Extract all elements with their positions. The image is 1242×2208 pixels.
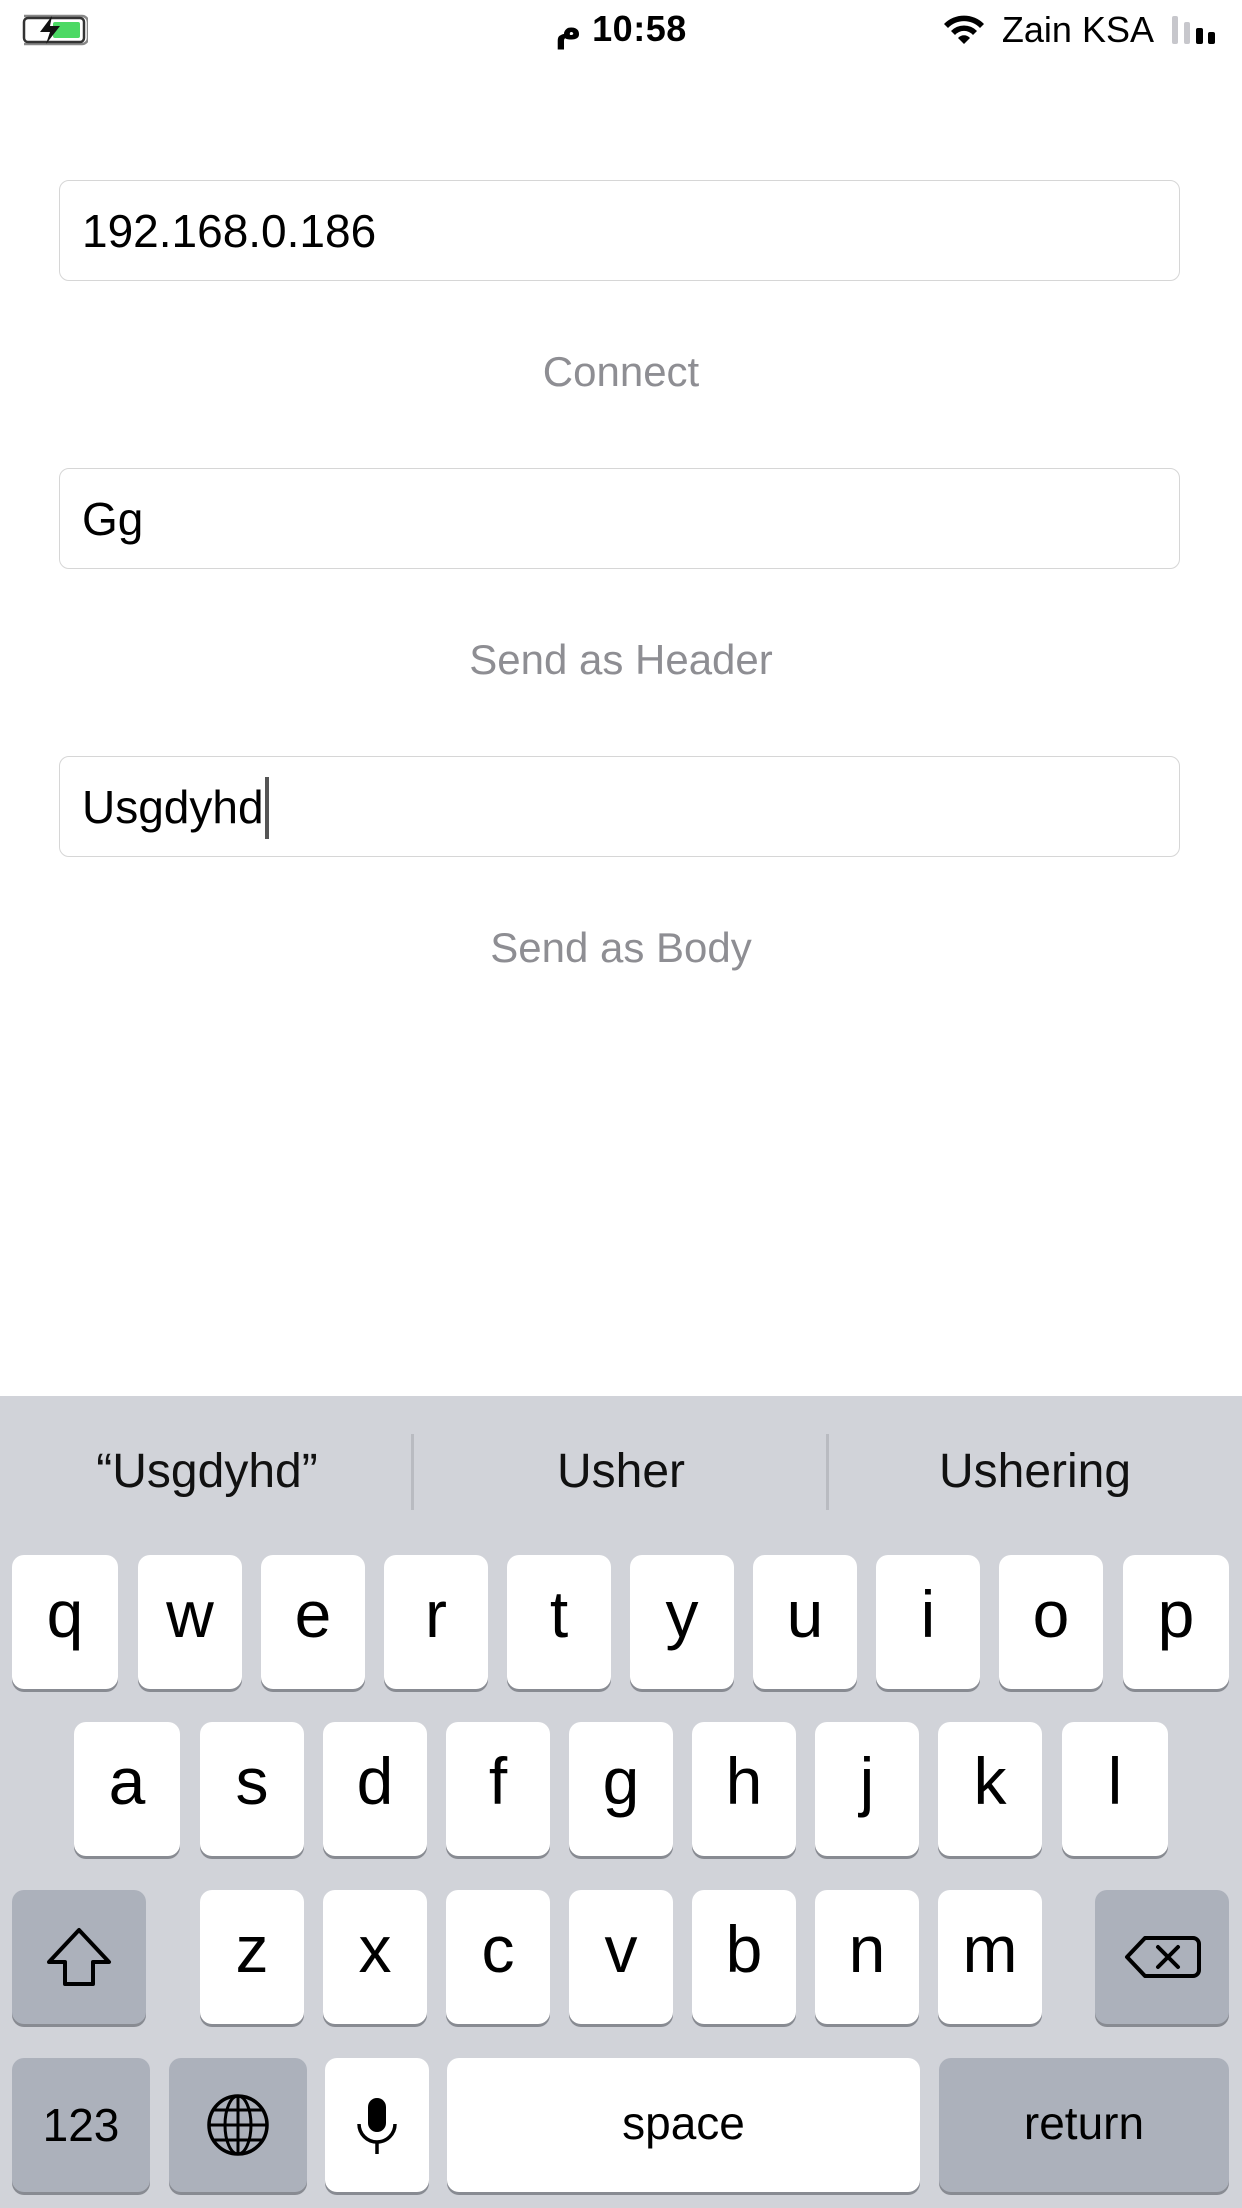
key-label: e — [294, 1577, 332, 1651]
key-label: k — [973, 1744, 1007, 1818]
key-m[interactable]: m — [938, 1890, 1042, 2024]
key-label: v — [604, 1912, 638, 1986]
key-label: r — [425, 1577, 447, 1651]
body-field-content: Usgdyhd — [82, 757, 269, 858]
key-j[interactable]: j — [815, 1722, 919, 1856]
key-label: n — [848, 1912, 886, 1986]
carrier-name: Zain KSA — [1001, 9, 1154, 50]
connect-button[interactable]: Connect — [0, 348, 1242, 396]
key-g[interactable]: g — [569, 1722, 673, 1856]
time-value: 10:58 — [592, 8, 687, 49]
key-z[interactable]: z — [200, 1890, 304, 2024]
suggestion-item[interactable]: “Usgdyhd” — [0, 1432, 414, 1512]
header-field[interactable]: Gg — [59, 468, 1180, 569]
ip-address-value: 192.168.0.186 — [82, 205, 377, 257]
key-label: t — [549, 1577, 569, 1651]
delete-icon — [1125, 1936, 1201, 1978]
key-l[interactable]: l — [1062, 1722, 1168, 1856]
globe-icon — [207, 2094, 269, 2156]
suggestion-item[interactable]: Usher — [414, 1432, 828, 1512]
key-q[interactable]: q — [12, 1555, 118, 1689]
key-label: h — [725, 1744, 763, 1818]
header-value: Gg — [82, 493, 144, 545]
suggestion-bar: “Usgdyhd” Usher Ushering — [0, 1396, 1242, 1546]
send-as-body-button[interactable]: Send as Body — [0, 924, 1242, 972]
key-t[interactable]: t — [507, 1555, 611, 1689]
suggestion-item[interactable]: Ushering — [828, 1432, 1242, 1512]
microphone-icon — [357, 2098, 397, 2154]
key-label: g — [602, 1744, 640, 1818]
key-s[interactable]: s — [200, 1722, 304, 1856]
wifi-icon — [943, 15, 984, 44]
key-f[interactable]: f — [446, 1722, 550, 1856]
return-key[interactable]: return — [939, 2058, 1229, 2192]
key-a[interactable]: a — [74, 1722, 180, 1856]
numbers-key[interactable]: 123 — [12, 2058, 150, 2192]
key-label: c — [481, 1912, 515, 1986]
key-label: w — [166, 1577, 214, 1651]
status-bar: م 10:58 Zain KSA — [0, 0, 1242, 64]
key-label: z — [235, 1912, 269, 1986]
delete-key[interactable] — [1095, 1890, 1229, 2024]
key-label: return — [1023, 2097, 1145, 2149]
time-suffix: م — [555, 8, 582, 49]
key-c[interactable]: c — [446, 1890, 550, 2024]
key-y[interactable]: y — [630, 1555, 734, 1689]
key-label: y — [665, 1577, 699, 1651]
key-o[interactable]: o — [999, 1555, 1103, 1689]
key-label: a — [108, 1744, 146, 1818]
key-label: q — [46, 1577, 84, 1651]
key-label: l — [1107, 1744, 1123, 1818]
key-label: s — [235, 1744, 269, 1818]
key-label: d — [356, 1744, 394, 1818]
key-label: i — [920, 1577, 936, 1651]
key-label: x — [358, 1912, 392, 1986]
space-key[interactable]: space — [447, 2058, 920, 2192]
key-d[interactable]: d — [323, 1722, 427, 1856]
send-as-header-button[interactable]: Send as Header — [0, 636, 1242, 684]
key-p[interactable]: p — [1123, 1555, 1229, 1689]
shift-icon — [47, 1928, 111, 1986]
key-k[interactable]: k — [938, 1722, 1042, 1856]
key-b[interactable]: b — [692, 1890, 796, 2024]
key-u[interactable]: u — [753, 1555, 857, 1689]
keyboard: “Usgdyhd” Usher Ushering q w e r t y u i… — [0, 1396, 1242, 2208]
key-label: m — [962, 1912, 1018, 1986]
key-label: f — [488, 1744, 508, 1818]
signal-icon — [1172, 16, 1215, 44]
key-n[interactable]: n — [815, 1890, 919, 2024]
text-caret — [264, 776, 269, 839]
key-label: u — [786, 1577, 824, 1651]
body-field[interactable]: Usgdyhd — [59, 756, 1180, 857]
microphone-key[interactable] — [325, 2058, 429, 2192]
key-h[interactable]: h — [692, 1722, 796, 1856]
key-w[interactable]: w — [138, 1555, 242, 1689]
key-i[interactable]: i — [876, 1555, 980, 1689]
key-label: space — [622, 2097, 745, 2149]
key-e[interactable]: e — [261, 1555, 365, 1689]
key-v[interactable]: v — [569, 1890, 673, 2024]
body-value: Usgdyhd — [82, 781, 264, 833]
key-label: b — [725, 1912, 763, 1986]
key-label: p — [1157, 1577, 1195, 1651]
key-label: j — [859, 1744, 875, 1818]
shift-key[interactable] — [12, 1890, 146, 2024]
key-x[interactable]: x — [323, 1890, 427, 2024]
key-r[interactable]: r — [384, 1555, 488, 1689]
ip-address-field[interactable]: 192.168.0.186 — [59, 180, 1180, 281]
key-label: o — [1032, 1577, 1070, 1651]
key-label: 123 — [42, 2099, 120, 2151]
globe-key[interactable] — [169, 2058, 307, 2192]
